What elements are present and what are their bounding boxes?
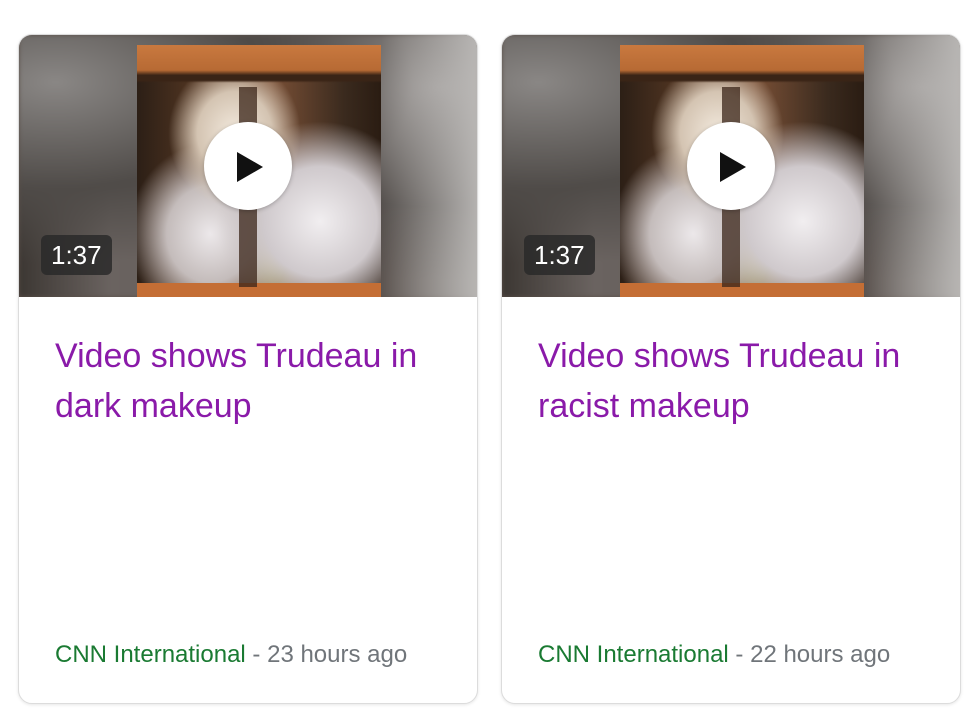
duration-badge: 1:37 (524, 235, 595, 275)
play-icon (237, 152, 263, 182)
video-meta: CNN International - 22 hours ago (538, 639, 890, 671)
time-ago: 23 hours ago (267, 641, 408, 668)
meta-separator: - (245, 641, 268, 668)
thumbnail-edge (381, 35, 477, 297)
source-name: CNN International (538, 641, 729, 668)
play-button[interactable] (687, 122, 775, 210)
duration-badge: 1:37 (41, 235, 112, 275)
time-ago: 22 hours ago (750, 641, 891, 668)
video-carousel: 1:37 Video shows Trudeau in dark makeup … (0, 0, 980, 712)
source-name: CNN International (55, 641, 246, 668)
video-card[interactable]: 1:37 Video shows Trudeau in racist makeu… (501, 34, 961, 704)
play-button[interactable] (204, 122, 292, 210)
thumbnail-edge (864, 35, 960, 297)
video-meta: CNN International - 23 hours ago (55, 639, 407, 671)
video-thumbnail[interactable]: 1:37 (502, 35, 960, 297)
video-title-link[interactable]: Video shows Trudeau in racist makeup (538, 331, 938, 431)
video-card[interactable]: 1:37 Video shows Trudeau in dark makeup … (18, 34, 478, 704)
video-title-link[interactable]: Video shows Trudeau in dark makeup (55, 331, 455, 431)
meta-separator: - (728, 641, 751, 668)
play-icon (720, 152, 746, 182)
video-thumbnail[interactable]: 1:37 (19, 35, 477, 297)
